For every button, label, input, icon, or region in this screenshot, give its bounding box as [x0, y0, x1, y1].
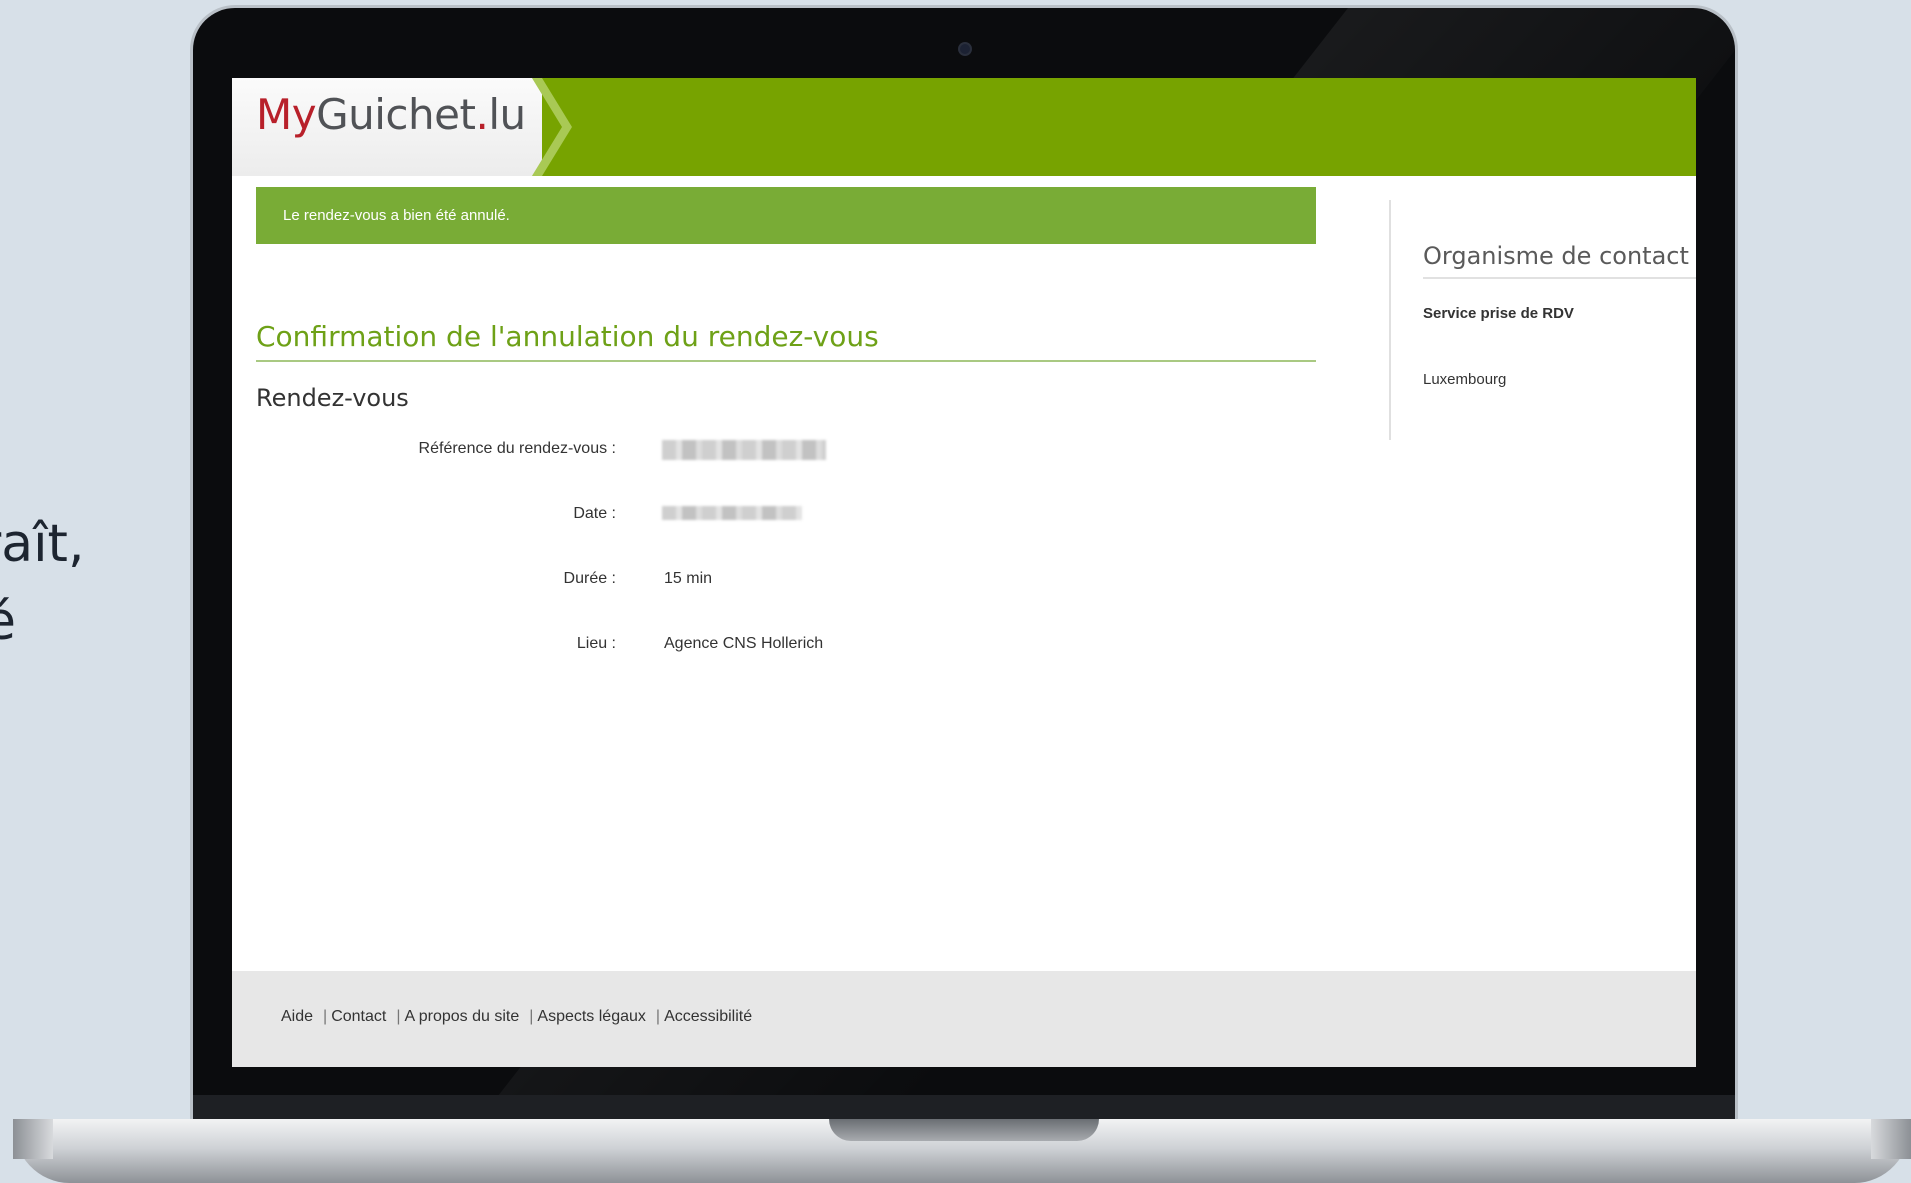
laptop-base-right-edge	[1871, 1119, 1911, 1159]
footer-link-contact[interactable]: Contact	[331, 1008, 386, 1026]
date-label: Date :	[573, 505, 616, 522]
footer-separator: |	[323, 1008, 328, 1025]
footer-link-accessibility[interactable]: Accessibilité	[664, 1008, 752, 1026]
browser-screen: MyGuichet.lu Le rendez-vous a bien été a…	[232, 78, 1696, 1067]
location-label: Lieu :	[576, 635, 616, 652]
footer-link-about[interactable]: A propos du site	[404, 1008, 519, 1026]
site-footer: Aide | Contact | A propos du site | Aspects lé…	[232, 971, 1696, 1067]
footer-link-aide[interactable]: Aide	[281, 1008, 313, 1026]
contact-organisation: Service prise de RDV	[1423, 305, 1574, 322]
contact-city: Luxembourg	[1423, 371, 1507, 388]
caption-line-2: é	[0, 583, 84, 661]
date-value-redacted	[662, 506, 802, 520]
site-header: MyGuichet.lu	[232, 78, 1696, 176]
reference-value-redacted	[662, 440, 826, 460]
success-message: Le rendez-vous a bien été annulé.	[283, 207, 510, 224]
footer-links: Aide | Contact | A propos du site | Aspects lé…	[281, 1008, 752, 1026]
background-caption: araît, é	[0, 505, 84, 661]
section-title: Rendez-vous	[256, 384, 409, 412]
myguichet-logo[interactable]: MyGuichet.lu	[256, 90, 526, 139]
laptop-opening-notch	[829, 1119, 1099, 1141]
footer-separator: |	[529, 1008, 534, 1025]
reference-label: Référence du rendez-vous :	[418, 440, 616, 457]
location-value: Agence CNS Hollerich	[664, 635, 824, 652]
title-divider	[256, 360, 1316, 362]
sidebar-divider	[1389, 200, 1391, 440]
duration-value: 15 min	[664, 570, 713, 587]
success-banner: Le rendez-vous a bien été annulé.	[256, 187, 1316, 244]
footer-separator: |	[655, 1008, 661, 1025]
sidebar-title-divider	[1423, 277, 1696, 279]
footer-link-legal[interactable]: Aspects légaux	[537, 1008, 646, 1026]
caption-line-1: araît,	[0, 514, 85, 574]
laptop-base-left-edge	[13, 1119, 53, 1159]
logo-guichet: Guichet	[316, 90, 476, 139]
sidebar-title: Organisme de contact	[1423, 242, 1689, 270]
logo-lu: lu	[488, 90, 526, 139]
page-title: Confirmation de l'annulation du rendez-v…	[256, 320, 879, 353]
duration-label: Durée :	[563, 570, 616, 587]
footer-separator: |	[396, 1008, 401, 1025]
logo-dot: .	[475, 90, 489, 139]
camera-icon	[960, 44, 970, 54]
logo-my: My	[256, 90, 317, 139]
